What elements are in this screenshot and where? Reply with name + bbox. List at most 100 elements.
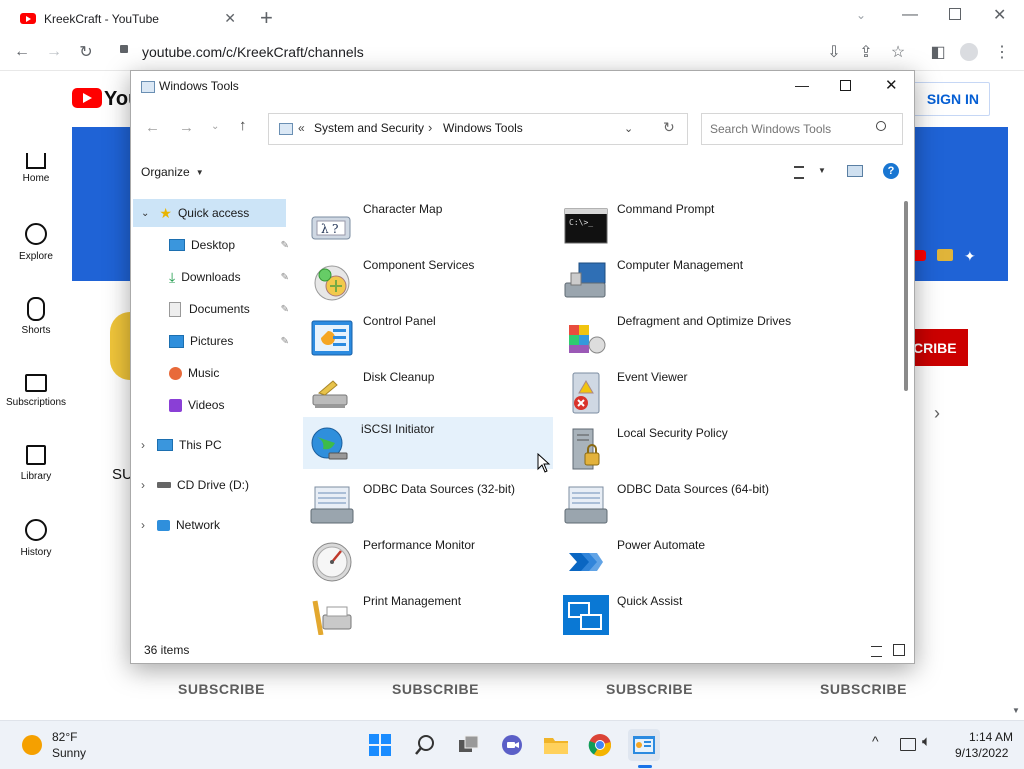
reload-icon[interactable]: ↻ xyxy=(72,38,100,66)
address-breadcrumb-bar[interactable]: « System and Security › Windows Tools ⌄ … xyxy=(268,113,688,145)
tool-item[interactable]: Local Security Policy xyxy=(559,421,809,471)
tool-item[interactable]: Print Management xyxy=(305,589,555,635)
page-scroll-down-icon[interactable]: ▼ xyxy=(1012,706,1020,715)
tool-item[interactable]: Quick Assist xyxy=(559,589,809,635)
nav-quick-access[interactable]: ⌄ ★ Quick access xyxy=(133,199,286,227)
tool-item[interactable]: Disk Cleanup xyxy=(305,365,555,415)
yt-nav-history[interactable]: History xyxy=(0,519,72,558)
organize-menu-button[interactable]: Organize ▼ xyxy=(141,161,204,183)
share-icon[interactable]: ⇪ xyxy=(852,38,880,66)
preview-pane-icon[interactable] xyxy=(847,165,863,177)
explorer-maximize-button[interactable] xyxy=(840,80,851,91)
content-scrollbar[interactable] xyxy=(904,201,908,391)
minimize-window-button[interactable]: — xyxy=(902,6,918,24)
channel-subscribe-button[interactable]: SUBSCRIBE xyxy=(392,681,479,697)
file-explorer-icon[interactable] xyxy=(540,729,572,761)
explorer-search-box[interactable] xyxy=(701,113,903,145)
nav-this-pc[interactable]: › This PC xyxy=(141,431,289,459)
tool-item[interactable]: Event Viewer xyxy=(559,365,809,415)
search-icon[interactable] xyxy=(409,729,441,761)
clock-date[interactable]: 9/13/2022 xyxy=(955,746,1008,760)
nav-documents[interactable]: Documents ✎ xyxy=(169,295,289,323)
address-dropdown-icon[interactable]: ⌄ xyxy=(624,122,633,135)
yt-nav-library[interactable]: Library xyxy=(0,445,72,482)
tool-item[interactable]: Performance Monitor xyxy=(305,533,555,583)
explorer-back-icon[interactable]: ← xyxy=(145,119,160,136)
twitter-icon[interactable]: ✦ xyxy=(964,248,976,265)
bookmark-star-icon[interactable]: ☆ xyxy=(884,38,912,66)
tool-item[interactable]: ODBC Data Sources (32-bit) xyxy=(305,477,555,527)
nav-desktop[interactable]: Desktop ✎ xyxy=(169,231,289,259)
tool-item[interactable]: C:\>_ Command Prompt xyxy=(559,197,809,247)
social-link-icon[interactable] xyxy=(937,249,953,261)
back-arrow-icon[interactable]: ← xyxy=(8,38,36,66)
explorer-search-input[interactable] xyxy=(708,120,872,138)
expand-chevron-icon[interactable]: ⌄ xyxy=(141,208,149,219)
tab-search-chevron-icon[interactable]: ⌄ xyxy=(856,8,866,22)
carousel-next-icon[interactable]: › xyxy=(934,403,940,424)
expand-chevron-icon[interactable]: › xyxy=(141,438,145,452)
profile-avatar-icon[interactable] xyxy=(960,43,978,61)
recent-locations-icon[interactable]: ⌄ xyxy=(211,121,219,132)
side-panel-icon[interactable]: ◧ xyxy=(924,38,952,66)
yt-nav-subscriptions[interactable]: Subscriptions xyxy=(0,371,72,408)
tool-item[interactable]: Defragment and Optimize Drives xyxy=(559,309,809,359)
nav-downloads[interactable]: ⤓ Downloads ✎ xyxy=(169,263,289,291)
show-hidden-icons-chevron-icon[interactable]: ^ xyxy=(872,733,879,749)
task-view-icon[interactable] xyxy=(453,729,485,761)
yt-nav-shorts[interactable]: Shorts xyxy=(0,297,72,336)
expand-chevron-icon[interactable]: › xyxy=(141,478,145,492)
up-arrow-icon[interactable]: ↑ xyxy=(239,117,247,134)
control-panel-app-icon[interactable] xyxy=(628,729,660,761)
forward-arrow-icon[interactable]: → xyxy=(40,38,68,66)
expand-chevron-icon[interactable]: › xyxy=(141,518,145,532)
restore-window-button[interactable] xyxy=(949,8,961,20)
close-window-button[interactable]: ✕ xyxy=(993,5,1006,25)
install-app-icon[interactable]: ⇩ xyxy=(820,38,848,66)
network-status-icon[interactable] xyxy=(900,738,916,751)
breadcrumb-parent[interactable]: System and Security xyxy=(314,121,424,135)
teams-chat-icon[interactable] xyxy=(496,729,528,761)
explorer-minimize-button[interactable]: — xyxy=(795,77,809,93)
breadcrumb-current[interactable]: Windows Tools xyxy=(443,121,523,135)
large-icons-view-icon[interactable] xyxy=(893,644,905,656)
close-tab-icon[interactable]: ✕ xyxy=(224,10,236,27)
view-dropdown-icon[interactable]: ▼ xyxy=(818,166,826,175)
channel-subscribe-button[interactable]: SUBSCRIBE xyxy=(820,681,907,697)
clock-time[interactable]: 1:14 AM xyxy=(969,730,1013,744)
change-view-icon[interactable] xyxy=(794,166,804,179)
address-bar[interactable]: youtube.com/c/KreekCraft/channels xyxy=(112,38,920,66)
nav-music[interactable]: Music xyxy=(169,359,289,387)
start-icon[interactable] xyxy=(364,729,396,761)
refresh-icon[interactable]: ↻ xyxy=(663,119,675,136)
breadcrumb-overflow[interactable]: « xyxy=(298,121,305,135)
new-tab-button[interactable]: + xyxy=(260,5,273,31)
weather-sun-icon[interactable] xyxy=(22,735,42,755)
nav-videos[interactable]: Videos xyxy=(169,391,289,419)
weather-temperature[interactable]: 82°F xyxy=(52,730,77,744)
help-icon[interactable]: ? xyxy=(883,163,899,179)
chrome-menu-icon[interactable]: ⋮ xyxy=(988,38,1016,66)
youtube-logo[interactable] xyxy=(72,88,102,108)
tool-item[interactable]: λ? Character Map xyxy=(305,197,555,247)
tool-item[interactable]: iSCSI Initiator xyxy=(303,417,553,469)
browser-tab[interactable]: KreekCraft - YouTube ✕ xyxy=(8,3,246,34)
yt-nav-explore[interactable]: Explore xyxy=(0,223,72,262)
nav-network[interactable]: › Network xyxy=(141,511,289,539)
chrome-icon[interactable] xyxy=(584,729,616,761)
explorer-close-button[interactable]: ✕ xyxy=(885,76,898,94)
details-view-icon[interactable] xyxy=(871,646,882,657)
tool-item[interactable]: Computer Management xyxy=(559,253,809,303)
nav-cd-drive[interactable]: › CD Drive (D:) xyxy=(141,471,289,499)
yt-nav-home[interactable]: Home xyxy=(0,149,72,184)
tool-item[interactable]: Power Automate xyxy=(559,533,809,583)
tool-item[interactable]: Control Panel xyxy=(305,309,555,359)
tool-item[interactable]: ODBC Data Sources (64-bit) xyxy=(559,477,809,527)
nav-pictures[interactable]: Pictures ✎ xyxy=(169,327,289,355)
explorer-forward-icon[interactable]: → xyxy=(179,119,194,136)
subscribe-button[interactable]: CRIBE xyxy=(913,329,968,366)
tool-item[interactable]: Component Services xyxy=(305,253,555,303)
volume-icon[interactable]: 🔈︎ xyxy=(922,733,931,750)
channel-subscribe-button[interactable]: SUBSCRIBE xyxy=(606,681,693,697)
channel-subscribe-button[interactable]: SUBSCRIBE xyxy=(178,681,265,697)
